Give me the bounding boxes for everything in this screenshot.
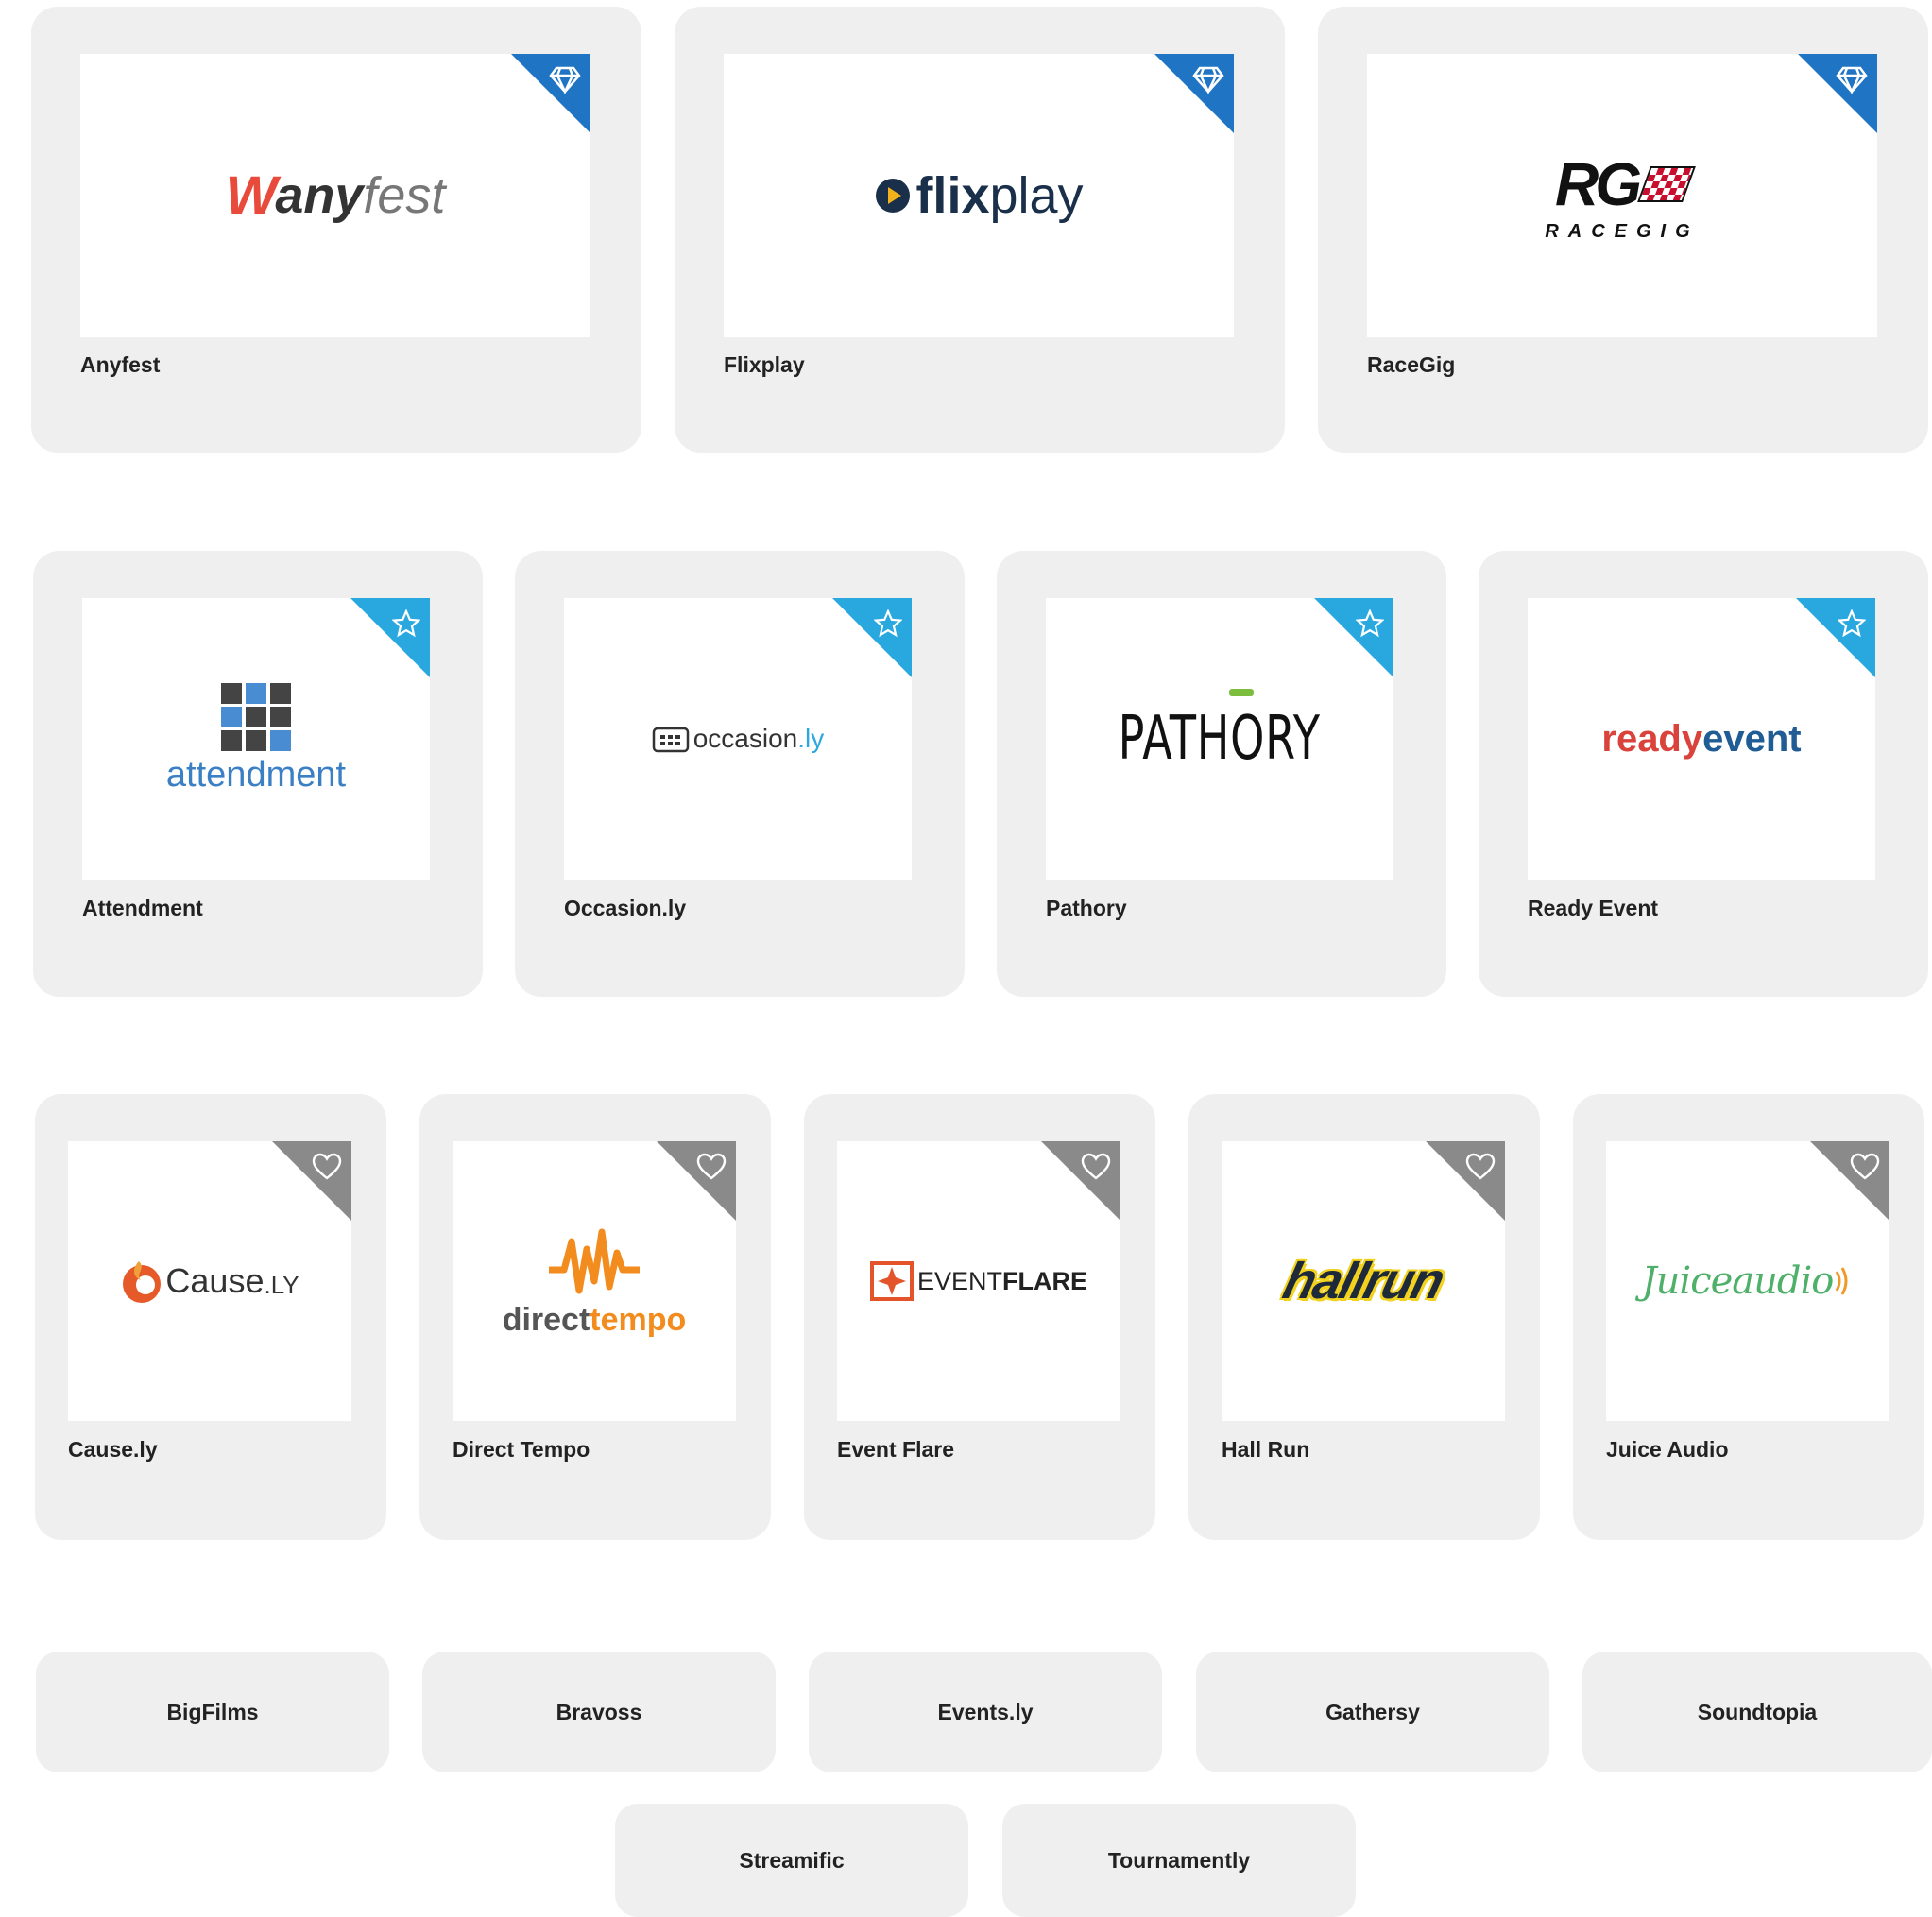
sponsor-name: Juice Audio: [1606, 1437, 1729, 1462]
attendment-logo: attendment: [82, 598, 430, 880]
logo-box: hallrun: [1222, 1141, 1505, 1421]
directtempo-logo: directtempo: [453, 1141, 736, 1421]
flame-icon: [123, 1261, 162, 1303]
readyevent-logo: ready event: [1601, 717, 1802, 760]
sponsor-pill-bravoss[interactable]: Bravoss: [422, 1652, 776, 1772]
logo-box: Juiceaudio: [1606, 1141, 1889, 1421]
sponsor-card-ready-event[interactable]: ready event Ready Event: [1479, 551, 1928, 997]
logo-box: EVENT FLARE: [837, 1141, 1120, 1421]
sponsor-card-causely[interactable]: Cause .LY Cause.ly: [35, 1094, 386, 1540]
logo-box: flix play: [724, 54, 1234, 337]
eventflare-logo: EVENT FLARE: [837, 1141, 1120, 1421]
qr-grid-icon: [221, 682, 291, 751]
sponsor-name: Direct Tempo: [453, 1437, 590, 1462]
causely-logo: Cause .LY: [68, 1141, 351, 1421]
sponsor-card-event-flare[interactable]: EVENT FLARE Event Flare: [804, 1094, 1155, 1540]
sponsor-name: Cause.ly: [68, 1437, 158, 1462]
occasionly-logo: occasion .ly: [564, 598, 912, 880]
sponsor-card-racegig[interactable]: RG RACEGIG RaceGig: [1318, 7, 1928, 453]
sponsor-card-attendment[interactable]: attendment Attendment: [33, 551, 483, 997]
sponsor-pill-gathersy[interactable]: Gathersy: [1196, 1652, 1549, 1772]
signpost-mark: [1229, 689, 1254, 696]
racegig-logo: RG RACEGIG: [1545, 149, 1700, 242]
logo-box: W any fest: [80, 54, 590, 337]
logo-box: ready event: [1528, 598, 1875, 880]
sponsor-name: Anyfest: [80, 352, 161, 377]
sponsor-name: Event Flare: [837, 1437, 954, 1462]
sponsor-name: Ready Event: [1528, 896, 1659, 920]
sponsor-name: Hall Run: [1222, 1437, 1310, 1462]
sponsor-card-hall-run[interactable]: hallrun Hall Run: [1188, 1094, 1540, 1540]
logo-box: Cause .LY: [68, 1141, 351, 1421]
juiceaudio-logo: Juiceaudio: [1606, 1141, 1889, 1421]
sponsor-card-anyfest[interactable]: W any fest Anyfest: [31, 7, 641, 453]
pathory-logo: PATHORY: [1046, 598, 1393, 880]
sponsor-name: RaceGig: [1367, 352, 1456, 377]
sponsor-name: Occasion.ly: [564, 896, 687, 920]
logo-box: RG RACEGIG: [1367, 54, 1877, 337]
sponsor-card-pathory[interactable]: PATHORY Pathory: [997, 551, 1446, 997]
anyfest-logo: W any fest: [225, 164, 446, 227]
flixplay-logo: flix play: [724, 54, 1234, 337]
logo-box: PATHORY: [1046, 598, 1393, 880]
logo-box: attendment: [82, 598, 430, 880]
calendar-icon: [652, 727, 689, 753]
sponsor-name: Flixplay: [724, 352, 805, 377]
sponsor-pill-streamific[interactable]: Streamific: [615, 1804, 968, 1917]
sponsor-pill-bigfilms[interactable]: BigFilms: [36, 1652, 389, 1772]
play-icon: [876, 179, 911, 213]
hallrun-logo: hallrun: [1277, 1253, 1449, 1309]
sponsor-card-juice-audio[interactable]: Juiceaudio Juice Audio: [1573, 1094, 1924, 1540]
sponsor-pill-soundtopia[interactable]: Soundtopia: [1582, 1652, 1932, 1772]
waveform-icon: [549, 1228, 640, 1293]
sponsor-card-occasionly[interactable]: occasion .ly Occasion.ly: [515, 551, 965, 997]
checkered-flag-icon: [1637, 165, 1696, 202]
sponsor-card-direct-tempo[interactable]: directtempo Direct Tempo: [419, 1094, 771, 1540]
sponsor-pill-tournamently[interactable]: Tournamently: [1002, 1804, 1356, 1917]
logo-box: occasion .ly: [564, 598, 912, 880]
sound-waves-icon: [1836, 1267, 1848, 1295]
flare-box-icon: [869, 1261, 914, 1301]
sponsor-pill-eventsly[interactable]: Events.ly: [809, 1652, 1162, 1772]
sponsor-name: Attendment: [82, 896, 203, 920]
logo-box: directtempo: [453, 1141, 736, 1421]
sponsor-name: Pathory: [1046, 896, 1127, 920]
sponsor-card-flixplay[interactable]: flix play Flixplay: [675, 7, 1285, 453]
